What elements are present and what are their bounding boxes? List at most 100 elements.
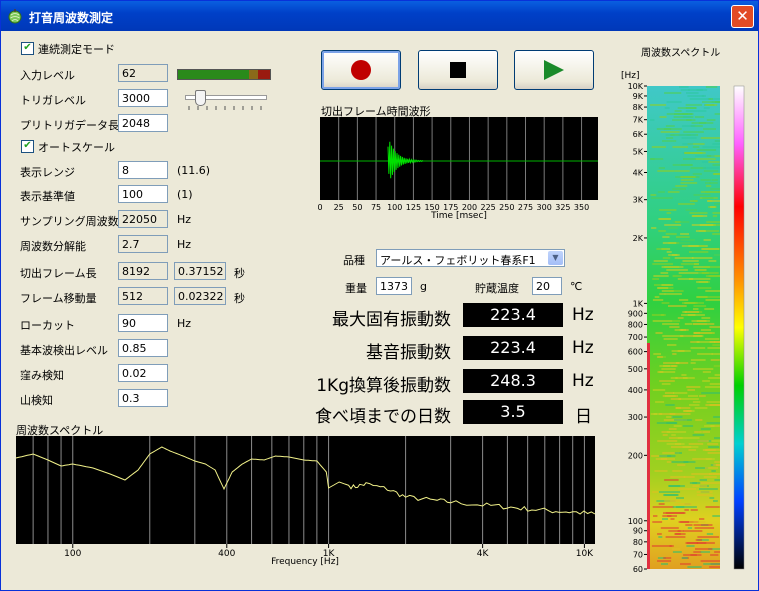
spectrogram-texture [666,422,677,424]
spectrogram-texture [680,563,691,565]
spectrogram-texture [689,521,706,523]
record-button[interactable] [321,50,401,90]
stop-button[interactable] [418,50,498,90]
spectrogram-texture [672,353,677,355]
continuous-mode-checkbox[interactable]: ✔ [21,42,34,55]
spectrum-tick-label: 4K [477,549,490,559]
spectrogram-texture [655,401,665,403]
spectrogram-texture [690,509,698,511]
spectrogram-texture [689,98,711,100]
spectrogram-tick-label: 4K [633,169,644,178]
spectrogram-texture [710,554,719,556]
display-range-input[interactable]: 8 [118,161,168,179]
spectrogram-texture [704,308,715,310]
spectrogram-texture [678,203,695,205]
spectrogram-texture [703,239,711,241]
spectrogram-colorbar [733,85,745,570]
spectrogram-texture [687,527,693,529]
spectrogram-texture [712,215,718,217]
trigger-level-slider[interactable] [185,90,267,113]
spectrogram-texture [657,191,665,193]
spectrogram-texture [659,293,666,295]
waveform-tick-label: 300 [537,203,552,212]
spectrogram-texture [704,338,720,340]
peak-label: 山検知 [20,394,53,407]
spectrogram-texture [696,269,705,271]
spectrogram-texture [650,104,667,106]
spectrogram-tick-label: 700 [628,333,643,342]
spectrogram-texture [695,230,706,232]
spectrogram-texture [697,353,713,355]
spectrogram-texture [672,551,682,553]
trigger-level-label: トリガレベル [20,94,86,107]
spectrogram-texture [662,257,671,259]
title-bar[interactable]: 打音周波数測定 ✕ [1,1,758,31]
display-base-input[interactable]: 100 [118,185,168,203]
spectrogram-texture [676,497,684,499]
spectrogram-texture [714,374,720,376]
spectrogram-texture [672,146,688,148]
spectrogram-texture [672,470,683,472]
spectrogram-texture [668,305,687,307]
frame-shift-seconds-field: 0.02322 [174,287,226,305]
spectrogram-texture [656,128,672,130]
stop-icon [450,62,466,78]
spectrogram-texture [686,119,696,121]
spectrogram-texture [703,266,720,268]
spectrogram-texture [707,452,720,454]
spectrogram-texture [712,212,720,214]
dip-input[interactable]: 0.02 [118,364,168,382]
sampling-unit: Hz [177,213,192,226]
spectrogram-texture [664,392,675,394]
spectrogram-texture [664,500,681,502]
spectrogram-texture [664,224,682,226]
play-icon [544,60,564,80]
spectrogram-texture [685,110,707,112]
spectrogram-texture [713,416,720,418]
continuous-mode-label: 連続測定モード [38,43,115,56]
variety-select[interactable]: アールス・フェボリット春系F1 ▼ [376,249,565,267]
waveform-chart: 0255075100125150175200225250275300325350… [318,117,598,219]
slider-thumb[interactable] [194,90,206,106]
spectrogram-texture [697,536,720,538]
spectrogram-texture [668,290,684,292]
close-button[interactable]: ✕ [731,5,754,28]
fundamental-input[interactable]: 0.85 [118,339,168,357]
spectrogram-texture [676,236,690,238]
spectrogram-texture [685,209,697,211]
spectrogram-texture [680,263,699,265]
spectrogram-texture [677,317,684,319]
spectrogram-texture [680,179,694,181]
peak-input[interactable]: 0.3 [118,389,168,407]
result-unit-fundamental: Hz [572,338,594,358]
autoscale-checkbox[interactable]: ✔ [21,140,34,153]
dip-label: 窪み検知 [20,369,64,382]
play-button[interactable] [514,50,594,90]
result-label-days: 食べ頃までの日数 [315,407,451,427]
spectrogram-texture [660,458,668,460]
spectrogram-texture [681,557,688,559]
spectrogram-texture [671,350,691,352]
spectrogram-texture [704,425,715,427]
spectrogram-texture [694,527,715,529]
spectrogram-texture [705,404,720,406]
weight-input[interactable]: 1373 [376,277,412,295]
lowcut-input[interactable]: 90 [118,314,168,332]
trigger-level-input[interactable]: 3000 [118,89,168,107]
spectrogram-texture [657,356,663,358]
chevron-down-icon[interactable]: ▼ [548,251,563,265]
spectrogram-texture [677,530,684,532]
spectrogram-texture [702,380,710,382]
spectrogram-texture [703,167,720,169]
waveform-tick-label: 125 [406,203,421,212]
spectrogram-texture [654,470,668,472]
spectrogram-texture [709,182,718,184]
spectrogram-texture [661,563,668,565]
pretrigger-input[interactable]: 2048 [118,114,168,132]
spectrogram-texture [708,260,717,262]
spectrogram-texture [687,95,705,97]
waveform-xlabel: Time [msec] [430,211,487,219]
spectrogram-texture [702,371,711,373]
temperature-input[interactable]: 20 [532,277,562,295]
spectrogram-texture [661,266,684,268]
